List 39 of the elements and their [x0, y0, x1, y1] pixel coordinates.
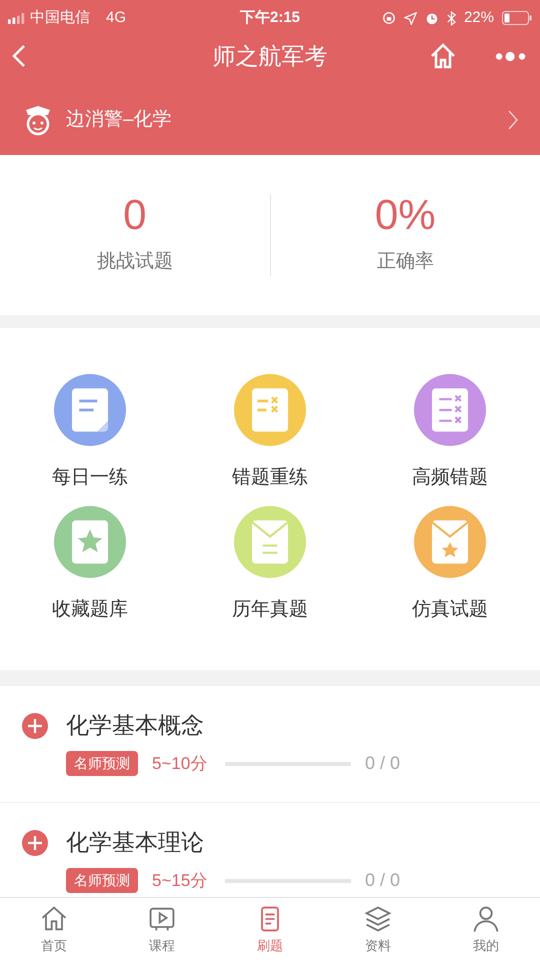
battery-percent: 22%: [464, 8, 494, 28]
expand-icon[interactable]: [22, 713, 48, 739]
feature-button[interactable]: 历年真题: [180, 506, 360, 624]
page-title: 师之航军考: [212, 42, 328, 71]
bluetooth-icon: [446, 10, 456, 26]
score-range: 5~10分: [152, 752, 208, 775]
stat-value: 0: [123, 194, 146, 236]
feature-button[interactable]: 收藏题库: [0, 506, 180, 624]
feature-button[interactable]: 每日一练: [0, 374, 180, 492]
feature-button[interactable]: 错题重练: [180, 374, 360, 492]
network-type: 4G: [106, 8, 126, 28]
carrier-name: 中国电信: [30, 8, 90, 28]
back-icon: [12, 44, 26, 68]
stat-label: 挑战试题: [96, 250, 173, 274]
feature-button[interactable]: 高频错题: [360, 374, 540, 492]
chapter-tag: 名师预测: [66, 868, 138, 893]
feature-button[interactable]: 仿真试题: [360, 506, 540, 624]
chapter-title: 化学基本概念: [66, 711, 205, 740]
tab-item[interactable]: 我的: [432, 898, 540, 960]
stat-value: 0%: [374, 194, 436, 236]
tab-item[interactable]: 首页: [0, 898, 108, 960]
stat-label: 正确率: [376, 250, 434, 274]
expand-icon[interactable]: [22, 830, 48, 856]
chapter-tag: 名师预测: [66, 751, 138, 776]
alarm-icon: [424, 11, 439, 25]
rotation-lock-icon: [382, 11, 396, 25]
home-icon: [429, 42, 457, 70]
location-icon: [404, 12, 417, 24]
score-range: 5~15分: [152, 870, 208, 892]
status-time: 下午2:15: [240, 8, 300, 28]
chevron-right-icon: [508, 110, 518, 130]
progress-count: 0 / 0: [365, 869, 400, 892]
signal-icon: [8, 12, 26, 24]
more-icon: [495, 50, 527, 62]
progress-count: 0 / 0: [365, 752, 400, 775]
chapter-title: 化学基本理论: [66, 828, 205, 857]
tab-item[interactable]: 资料: [324, 898, 432, 960]
battery-icon: [502, 11, 532, 25]
tab-item[interactable]: 课程: [108, 898, 216, 960]
